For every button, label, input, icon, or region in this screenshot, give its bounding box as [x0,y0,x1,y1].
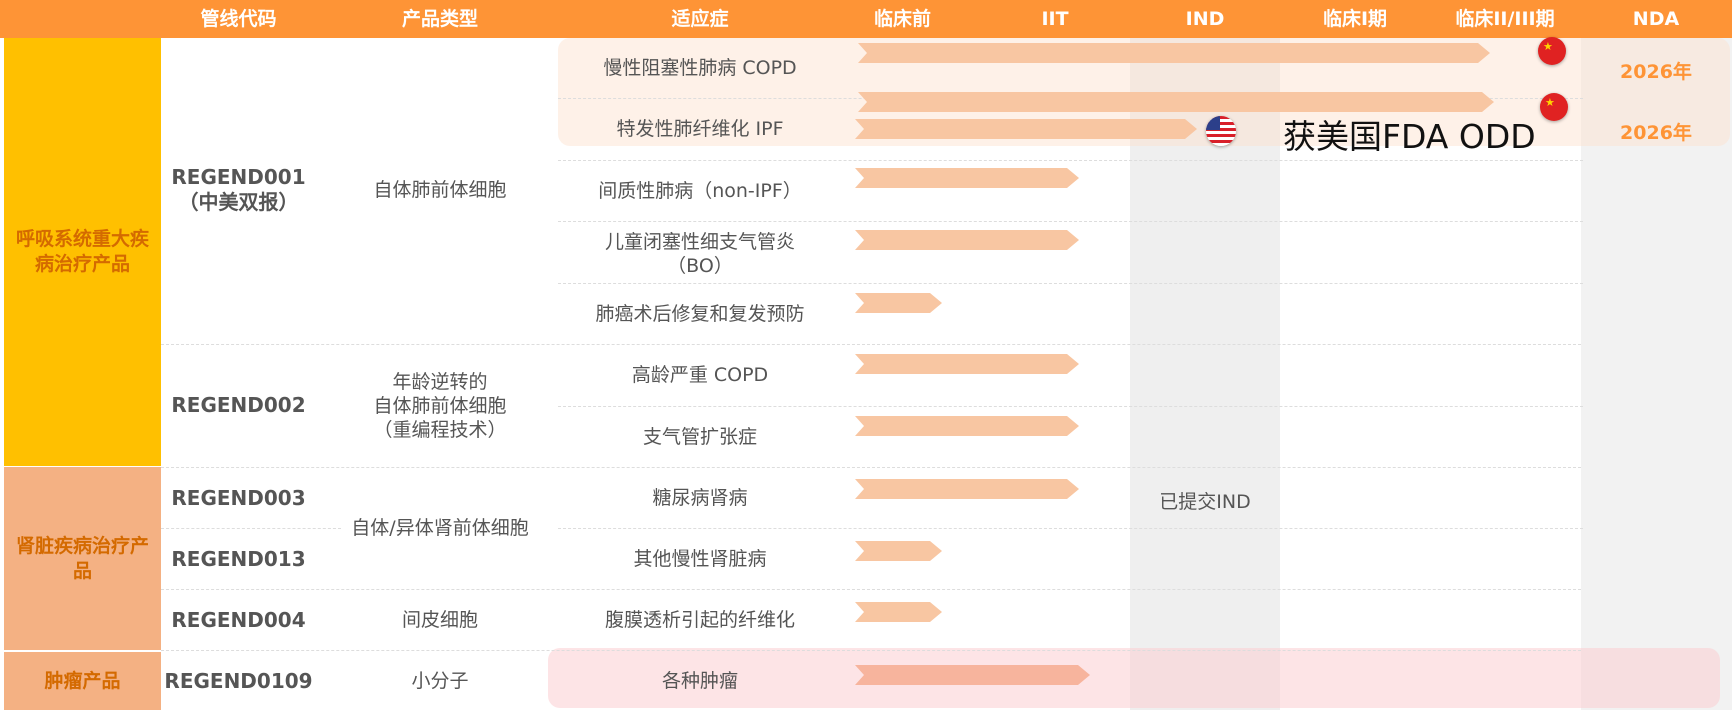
progress-bar-other-ckd [855,541,942,561]
pipeline-code-regend004: REGEND004 [171,607,306,632]
indication-diabetic-nephropathy: 糖尿病肾病 [652,487,748,509]
category-kidney: 肾脏疾病治疗产品 [4,467,161,650]
row-separator [558,528,1583,529]
header-pipeline-code: 管线代码 [200,8,277,30]
header-phase2-3: 临床II/III期 [1455,8,1555,30]
product-type-line: （重编程技术） [373,419,507,441]
header-phase1: 临床I期 [1322,8,1388,30]
category-respiratory: 呼吸系统重大疾病治疗产品 [4,38,161,466]
code-sublabel: （中美双报） [178,190,299,214]
row-separator [161,650,1581,651]
progress-bar-bo [855,230,1079,250]
indication-lung-cancer-postop: 肺癌术后修复和复发预防 [595,303,805,325]
indication-tumors: 各种肿瘤 [661,670,738,692]
row-separator [161,344,1581,345]
row-separator [161,528,341,529]
header-product-type: 产品类型 [401,8,478,30]
indication-other-ckd: 其他慢性肾脏病 [633,548,767,570]
row-separator [161,467,1581,468]
row-separator [161,589,1581,590]
progress-bar-ipf-cn [858,92,1494,112]
product-type-regend003-013: 自体/异体肾前体细胞 [351,517,529,539]
fda-odd-annotation: 获美国FDA ODD [1283,117,1536,156]
pipeline-code-regend003: REGEND003 [171,485,306,510]
header-indication: 适应症 [671,8,729,30]
indication-pd-fibrosis: 腹膜透析引起的纤维化 [604,609,795,631]
pipeline-code-regend0109: REGEND0109 [164,668,313,693]
nda-year-ipf: 2026年 [1620,122,1692,144]
code-label: REGEND001 [171,165,306,189]
product-type-regend001: 自体肺前体细胞 [373,179,507,201]
progress-bar-lung-cancer [855,293,942,313]
indication-copd: 慢性阻塞性肺病 COPD [603,57,797,79]
product-type-regend004: 间皮细胞 [401,609,478,631]
progress-bar-diabetic-nephropathy [855,479,1079,499]
cn-flag-icon: ★ [1538,37,1566,65]
product-type-line: 年龄逆转的 [392,371,488,393]
row-separator [558,160,1583,161]
pipeline-code-regend013: REGEND013 [171,546,306,571]
header-ind: IND [1185,8,1225,30]
pipeline-code-regend001: REGEND001 （中美双报） [161,150,316,230]
indication-bo: 儿童闭塞性细支气管炎（BO） [604,231,795,277]
product-type-line: 自体肺前体细胞 [373,395,507,417]
product-type-regend002: 年龄逆转的 自体肺前体细胞 （重编程技术） [340,366,540,446]
progress-bar-ipf-us [855,119,1197,139]
progress-bar-copd [858,43,1490,63]
product-type-regend0109: 小分子 [411,670,469,692]
ind-status-text: 已提交IND [1159,491,1251,513]
indication-bronchiectasis: 支气管扩张症 [642,426,757,448]
row-separator [558,406,1583,407]
header-iit: IIT [1041,8,1069,30]
nda-year-copd: 2026年 [1620,61,1692,83]
table-header: 管线代码 产品类型 适应症 临床前 IIT IND 临床I期 临床II/III期… [0,0,1732,38]
progress-bar-ild [855,168,1079,188]
progress-bar-pd-fibrosis [855,602,942,622]
pipeline-code-regend002: REGEND002 [171,392,306,417]
progress-bar-bronchiectasis [855,416,1079,436]
header-preclinical: 临床前 [873,8,931,30]
progress-bar-elderly-copd [855,354,1079,374]
indication-elderly-copd: 高龄严重 COPD [631,364,769,386]
cn-flag-icon: ★ [1540,93,1568,121]
category-oncology: 肿瘤产品 [4,652,161,710]
indication-ipf: 特发性肺纤维化 IPF [616,118,784,140]
header-nda: NDA [1632,8,1680,30]
row-separator [558,283,1583,284]
progress-bar-tumors [855,665,1090,685]
us-flag-icon [1206,116,1236,146]
row-separator [558,221,1583,222]
indication-ild-non-ipf: 间质性肺病（non-IPF） [598,180,802,202]
